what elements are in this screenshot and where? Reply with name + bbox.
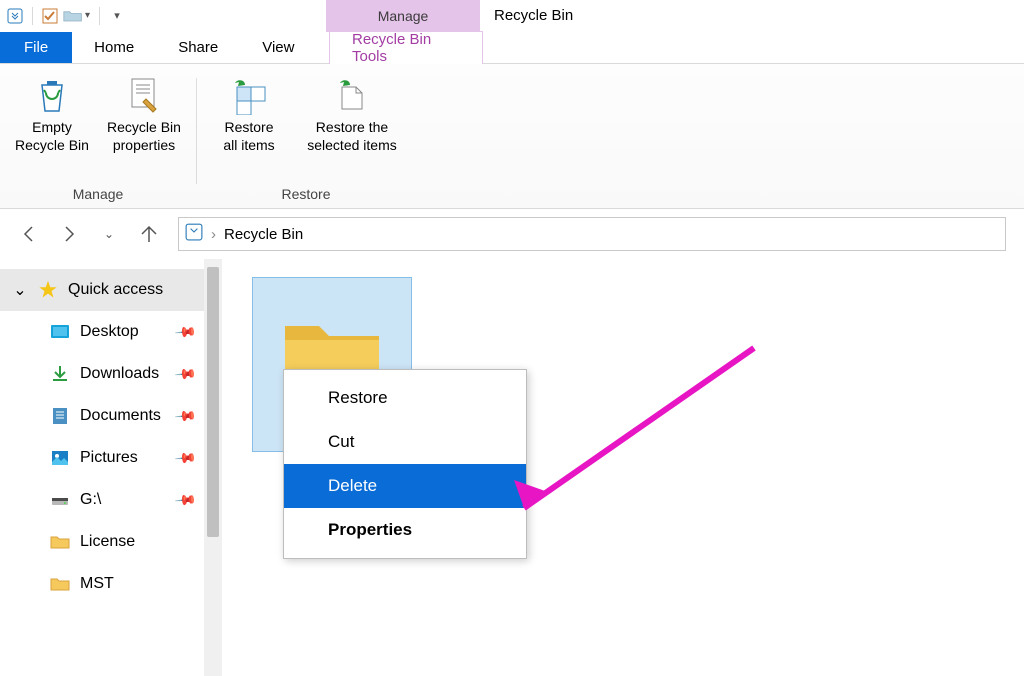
content-area: ⌄ Quick access Desktop 📌 Downloads 📌 Doc…: [0, 259, 1024, 676]
sidebar-label: MST: [80, 575, 114, 593]
sidebar-label: Pictures: [80, 449, 138, 467]
sidebar-quick-access[interactable]: ⌄ Quick access: [0, 269, 204, 311]
sidebar-label: Documents: [80, 407, 161, 425]
quick-access-toolbar: ▾ ▾: [0, 6, 126, 26]
recycle-bin-small-icon[interactable]: [6, 7, 24, 25]
downloads-icon: [48, 362, 72, 386]
pin-icon: 📌: [173, 488, 197, 512]
restore-all-icon: [228, 74, 270, 116]
recycle-bin-icon: [31, 74, 73, 116]
up-button[interactable]: [138, 223, 160, 245]
ribbon-group-manage-label: Manage: [73, 182, 124, 208]
tab-home[interactable]: Home: [72, 32, 156, 63]
sidebar-item-mst[interactable]: MST: [0, 563, 204, 605]
chevron-down-icon[interactable]: ⌄: [12, 280, 28, 300]
sidebar-item-pictures[interactable]: Pictures 📌: [0, 437, 204, 479]
star-icon: [36, 278, 60, 302]
sidebar-item-documents[interactable]: Documents 📌: [0, 395, 204, 437]
window-title: Recycle Bin: [494, 7, 573, 24]
sidebar-label: Downloads: [80, 365, 159, 383]
forward-button[interactable]: [58, 223, 80, 245]
title-bar: ▾ ▾ Manage Recycle Bin: [0, 0, 1024, 32]
sidebar-label: License: [80, 533, 135, 551]
desktop-icon: [48, 320, 72, 344]
restore-all-label: Restore all items: [223, 118, 274, 154]
empty-recycle-bin-label: Empty Recycle Bin: [15, 118, 89, 154]
breadcrumb-location[interactable]: Recycle Bin: [224, 226, 303, 243]
ribbon-group-restore-label: Restore: [281, 182, 330, 208]
ribbon-group-restore: Restore all items Restore the selected i…: [197, 72, 415, 208]
navigation-bar: ⌄ › Recycle Bin: [0, 209, 1024, 259]
file-list-pane[interactable]: fp Restore Cut Delete Properties: [222, 259, 1024, 676]
context-menu-cut[interactable]: Cut: [284, 420, 526, 464]
ribbon-tabs: File Home Share View Recycle Bin Tools: [0, 32, 1024, 64]
sidebar-item-desktop[interactable]: Desktop 📌: [0, 311, 204, 353]
restore-selected-label: Restore the selected items: [307, 118, 396, 154]
recycle-bin-crumb-icon: [185, 223, 203, 245]
checkbox-qat-icon[interactable]: [41, 7, 59, 25]
folder-qat-dropdown[interactable]: ▾: [63, 6, 91, 26]
recent-locations-dropdown[interactable]: ⌄: [98, 223, 120, 245]
sidebar-item-drive-g[interactable]: G:\ 📌: [0, 479, 204, 521]
quick-access-label: Quick access: [68, 281, 163, 299]
context-menu-restore[interactable]: Restore: [284, 376, 526, 420]
documents-icon: [48, 404, 72, 428]
folder-icon: [48, 572, 72, 596]
pictures-icon: [48, 446, 72, 470]
pin-icon: 📌: [173, 320, 197, 344]
restore-selected-icon: [331, 74, 373, 116]
restore-selected-items-button[interactable]: Restore the selected items: [297, 72, 407, 182]
back-button[interactable]: [18, 223, 40, 245]
sidebar-label: G:\: [80, 491, 101, 509]
pin-icon: 📌: [173, 404, 197, 428]
contextual-tab-header[interactable]: Manage: [326, 0, 480, 32]
context-menu-delete[interactable]: Delete: [284, 464, 526, 508]
address-bar[interactable]: › Recycle Bin: [178, 217, 1006, 251]
properties-icon: [123, 74, 165, 116]
sidebar-label: Desktop: [80, 323, 139, 341]
recycle-bin-properties-button[interactable]: Recycle Bin properties: [100, 72, 188, 182]
sidebar-item-downloads[interactable]: Downloads 📌: [0, 353, 204, 395]
scrollbar-thumb[interactable]: [207, 267, 219, 537]
folder-icon: [48, 530, 72, 554]
context-menu: Restore Cut Delete Properties: [283, 369, 527, 559]
ribbon-group-manage: Empty Recycle Bin Recycle Bin properties…: [0, 72, 196, 208]
tab-recycle-bin-tools[interactable]: Recycle Bin Tools: [329, 31, 483, 64]
sidebar-item-license[interactable]: License: [0, 521, 204, 563]
qat-customize-dropdown[interactable]: ▾: [108, 7, 126, 25]
tab-view[interactable]: View: [240, 32, 316, 63]
tab-share[interactable]: Share: [156, 32, 240, 63]
empty-recycle-bin-button[interactable]: Empty Recycle Bin: [8, 72, 96, 182]
pin-icon: 📌: [173, 362, 197, 386]
breadcrumb-separator-icon[interactable]: ›: [211, 226, 216, 243]
ribbon-panel: Empty Recycle Bin Recycle Bin properties…: [0, 64, 1024, 209]
pin-icon: 📌: [173, 446, 197, 470]
tab-file[interactable]: File: [0, 32, 72, 63]
drive-icon: [48, 488, 72, 512]
navigation-pane: ⌄ Quick access Desktop 📌 Downloads 📌 Doc…: [0, 259, 204, 676]
restore-all-items-button[interactable]: Restore all items: [205, 72, 293, 182]
context-menu-properties[interactable]: Properties: [284, 508, 526, 552]
sidebar-scrollbar[interactable]: [204, 259, 222, 676]
properties-label: Recycle Bin properties: [107, 118, 181, 154]
